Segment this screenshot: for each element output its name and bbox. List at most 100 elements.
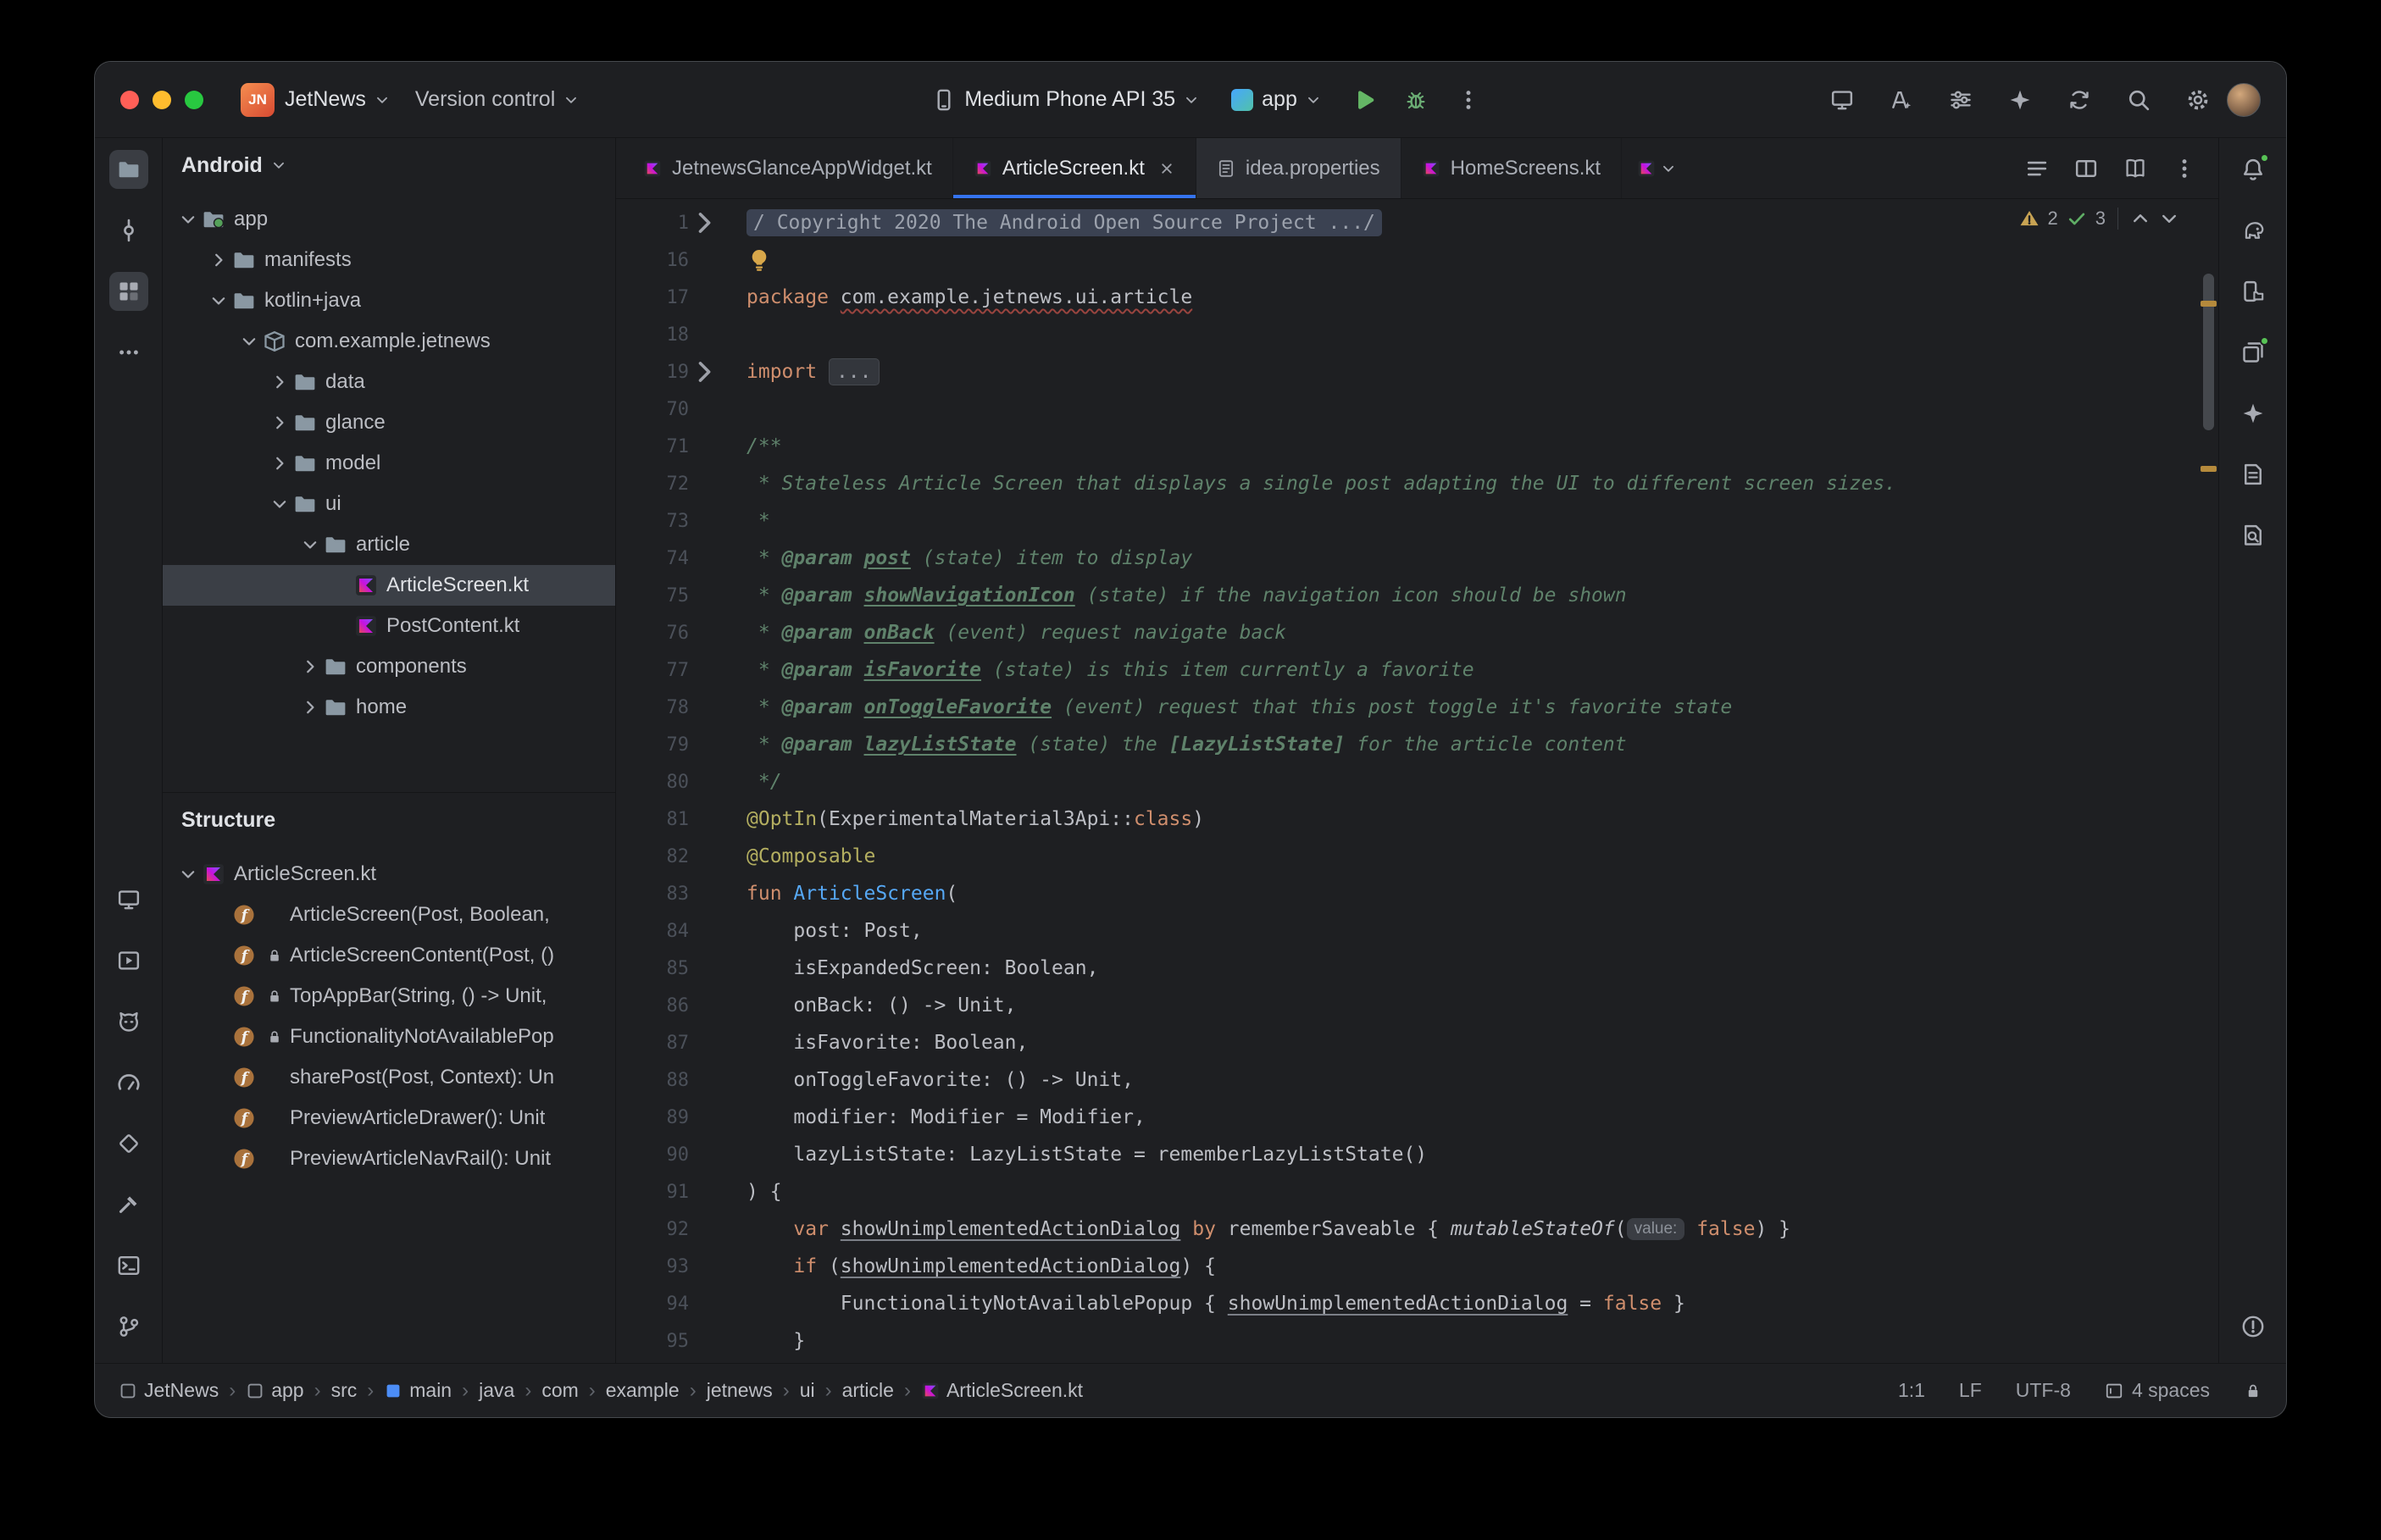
line-number[interactable]: 90 bbox=[616, 1144, 689, 1166]
tree-item-articlescreencontent-post[interactable]: fArticleScreenContent(Post, () bbox=[163, 935, 615, 976]
line-number[interactable]: 1 bbox=[616, 213, 689, 234]
code-text[interactable]: * Stateless Article Screen that displays… bbox=[719, 473, 1896, 495]
sync-project-button[interactable] bbox=[2059, 80, 2100, 120]
ai-actions-button[interactable] bbox=[1881, 80, 1922, 120]
line-number[interactable]: 80 bbox=[616, 772, 689, 793]
code-text[interactable]: FunctionalityNotAvailablePopup { showUni… bbox=[719, 1293, 1685, 1315]
tree-item-components[interactable]: components bbox=[163, 646, 615, 687]
code-text[interactable]: isFavorite: Boolean, bbox=[719, 1032, 1028, 1054]
breadcrumb-main[interactable]: main bbox=[384, 1379, 452, 1402]
editor[interactable]: 1 / Copyright 2020 The Android Open Sourc… bbox=[616, 199, 2218, 1363]
app-quality-insights-button[interactable] bbox=[2234, 455, 2273, 494]
tab-homescreens-kt[interactable]: HomeScreens.kt bbox=[1401, 138, 1622, 198]
code-text[interactable]: import ... bbox=[719, 358, 880, 385]
code-text[interactable] bbox=[719, 247, 777, 273]
search-everywhere-button[interactable] bbox=[2118, 80, 2159, 120]
line-number[interactable]: 85 bbox=[616, 958, 689, 979]
vcs-menu-button[interactable]: Version control bbox=[405, 80, 589, 119]
tree-item-data[interactable]: data bbox=[163, 362, 615, 402]
profile-avatar[interactable] bbox=[2227, 83, 2261, 117]
tree-item-articlescreen-kt[interactable]: ArticleScreen.kt bbox=[163, 854, 615, 895]
warning-stripe-mark[interactable] bbox=[2201, 466, 2217, 472]
caret-position[interactable]: 1:1 bbox=[1898, 1379, 1925, 1402]
services-button[interactable] bbox=[109, 941, 148, 980]
terminal-button[interactable] bbox=[109, 1246, 148, 1285]
code-text[interactable]: fun ArticleScreen( bbox=[719, 883, 957, 905]
editor-list-button[interactable] bbox=[2025, 157, 2049, 180]
code-text[interactable]: * @param onBack (event) request navigate… bbox=[719, 622, 1286, 644]
line-number[interactable]: 84 bbox=[616, 921, 689, 942]
line-number[interactable]: 94 bbox=[616, 1293, 689, 1315]
editor-more-button[interactable] bbox=[2173, 157, 2196, 180]
split-editor-button[interactable] bbox=[2074, 157, 2098, 180]
code-text[interactable]: * bbox=[719, 510, 770, 532]
code-text[interactable]: @Composable bbox=[719, 845, 875, 867]
debug-button[interactable] bbox=[1396, 80, 1436, 120]
previous-problem-icon[interactable] bbox=[2130, 208, 2151, 229]
tree-item-app[interactable]: app bbox=[163, 199, 615, 240]
logcat-button[interactable] bbox=[109, 1002, 148, 1041]
code-text[interactable]: /** bbox=[719, 435, 782, 457]
tree-item-functionalitynotavailablepop[interactable]: fFunctionalityNotAvailablePop bbox=[163, 1017, 615, 1057]
app-menu-button[interactable]: JetNews bbox=[275, 80, 400, 119]
code-text[interactable]: * @param onToggleFavorite (event) reques… bbox=[719, 696, 1732, 718]
next-problem-icon[interactable] bbox=[2159, 208, 2179, 229]
commit-button[interactable] bbox=[109, 211, 148, 250]
code-text[interactable]: } bbox=[719, 1330, 805, 1352]
breadcrumb-ui[interactable]: ui bbox=[800, 1379, 815, 1402]
breadcrumb-example[interactable]: example bbox=[606, 1379, 680, 1402]
layout-inspector-button[interactable] bbox=[1822, 80, 1862, 120]
tree-item-postcontent-kt[interactable]: PostContent.kt bbox=[163, 606, 615, 646]
line-number[interactable]: 81 bbox=[616, 809, 689, 830]
gemini-sparkle-button[interactable] bbox=[2000, 80, 2040, 120]
line-number[interactable]: 91 bbox=[616, 1182, 689, 1203]
tab-jetnewsglanceappwidget-kt[interactable]: JetnewsGlanceAppWidget.kt bbox=[623, 138, 953, 198]
tree-item-topappbar-string-unit[interactable]: fTopAppBar(String, () -> Unit, bbox=[163, 976, 615, 1017]
line-number[interactable]: 18 bbox=[616, 324, 689, 346]
project-view-header[interactable]: Android bbox=[163, 138, 615, 192]
documentation-button[interactable] bbox=[2123, 157, 2147, 180]
tree-item-articlescreen-kt[interactable]: ArticleScreen.kt bbox=[163, 565, 615, 606]
more-tool-windows-button[interactable] bbox=[109, 333, 148, 372]
device-manager-button[interactable] bbox=[109, 880, 148, 919]
code-text[interactable]: @OptIn(ExperimentalMaterial3Api::class) bbox=[719, 808, 1204, 830]
close-window-button[interactable] bbox=[120, 91, 139, 109]
line-number[interactable]: 87 bbox=[616, 1033, 689, 1054]
tab-articlescreen-kt[interactable]: ArticleScreen.kt bbox=[953, 138, 1196, 198]
code-text[interactable]: package com.example.jetnews.ui.article bbox=[719, 286, 1192, 308]
line-number[interactable]: 74 bbox=[616, 548, 689, 569]
line-number[interactable]: 83 bbox=[616, 884, 689, 905]
build-button[interactable] bbox=[109, 1185, 148, 1224]
breadcrumb-jetnews[interactable]: jetnews bbox=[707, 1379, 773, 1402]
line-number[interactable]: 95 bbox=[616, 1331, 689, 1352]
problems-button[interactable] bbox=[2234, 1307, 2273, 1346]
version-control-button[interactable] bbox=[109, 1307, 148, 1346]
fold-gutter[interactable] bbox=[689, 357, 719, 387]
line-number[interactable]: 19 bbox=[616, 362, 689, 383]
code-text[interactable]: if (showUnimplementedActionDialog) { bbox=[719, 1255, 1216, 1277]
running-devices-button[interactable] bbox=[2234, 333, 2273, 372]
gemini-button[interactable] bbox=[2234, 394, 2273, 433]
write-access-lock[interactable] bbox=[2244, 1382, 2262, 1400]
tree-item-previewarticlenavrail-unit[interactable]: fPreviewArticleNavRail(): Unit bbox=[163, 1138, 615, 1179]
view-options-button[interactable] bbox=[1940, 80, 1981, 120]
find-usages-button[interactable] bbox=[2234, 516, 2273, 555]
code-text[interactable]: * @param isFavorite (state) is this item… bbox=[719, 659, 1474, 681]
line-number[interactable]: 79 bbox=[616, 734, 689, 756]
line-separator[interactable]: LF bbox=[1959, 1379, 1982, 1402]
line-number[interactable]: 70 bbox=[616, 399, 689, 420]
code-text[interactable]: / Copyright 2020 The Android Open Source… bbox=[719, 209, 1382, 236]
line-number[interactable]: 78 bbox=[616, 697, 689, 718]
notifications-button[interactable] bbox=[2234, 150, 2273, 189]
tree-item-kotlin-java[interactable]: kotlin+java bbox=[163, 280, 615, 321]
run-config-selector[interactable]: app bbox=[1221, 80, 1331, 119]
structure-button[interactable] bbox=[109, 272, 148, 311]
line-number[interactable]: 92 bbox=[616, 1219, 689, 1240]
run-button[interactable] bbox=[1343, 80, 1384, 120]
code-text[interactable]: isExpandedScreen: Boolean, bbox=[719, 957, 1098, 979]
breadcrumb-articlescreen-kt[interactable]: ArticleScreen.kt bbox=[921, 1379, 1083, 1402]
indent-config[interactable]: 4 spaces bbox=[2105, 1379, 2210, 1402]
breadcrumb-article[interactable]: article bbox=[842, 1379, 894, 1402]
hidden-tabs-dropdown[interactable] bbox=[1622, 138, 1691, 198]
close-tab-icon[interactable] bbox=[1158, 160, 1175, 177]
